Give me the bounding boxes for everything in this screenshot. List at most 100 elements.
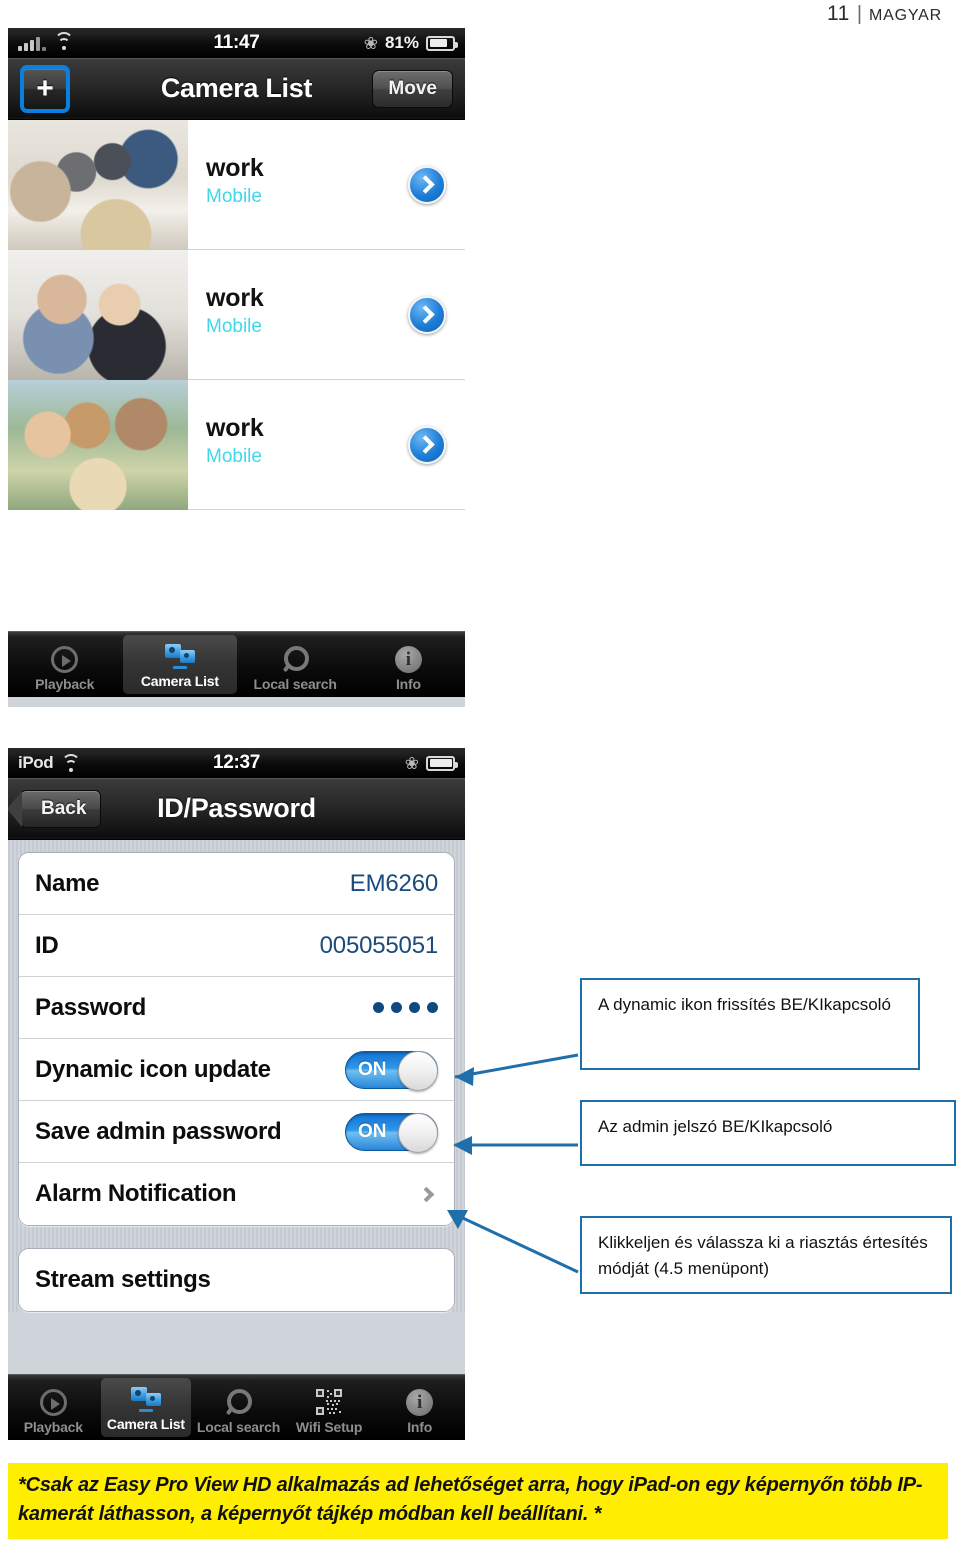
back-button[interactable]: Back — [20, 789, 102, 828]
row-label: Save admin password — [35, 1117, 282, 1145]
camera-name: work — [206, 154, 264, 182]
row-label: Stream settings — [35, 1266, 211, 1293]
tab-playback[interactable]: Playback — [8, 632, 121, 697]
save-admin-password-toggle[interactable]: ON — [345, 1112, 438, 1153]
camera-thumbnail — [8, 120, 188, 250]
camera-connection: Mobile — [206, 446, 262, 467]
camera-connection: Mobile — [206, 316, 262, 337]
toggle-state-label: ON — [358, 1058, 387, 1080]
row-label: ID — [35, 931, 59, 959]
settings-group-two: Stream settings — [18, 1248, 455, 1312]
camera-list-screenshot: 11:47 ❀ 81% + Camera List Move work Mobi… — [8, 28, 465, 707]
chevron-right-icon — [418, 1186, 435, 1202]
bluetooth-icon: ❀ — [363, 33, 378, 53]
tab-label: Info — [407, 1419, 433, 1435]
header-separator: | — [856, 3, 863, 25]
search-icon — [282, 646, 310, 672]
toggle-knob[interactable] — [398, 1112, 438, 1153]
name-value[interactable]: EM6260 — [350, 870, 438, 898]
row-name[interactable]: Name EM6260 — [19, 853, 454, 915]
camera-list-icon — [164, 643, 195, 669]
callout-arrow-alarm-notification — [447, 1210, 579, 1274]
bluetooth-icon: ❀ — [404, 753, 419, 773]
page-header: 11 | MAGYAR — [827, 2, 942, 26]
tab-label: Local search — [196, 1419, 281, 1435]
disclosure-arrow-icon[interactable] — [389, 120, 465, 249]
info-icon: i — [394, 645, 422, 673]
playback-icon — [51, 645, 79, 673]
tab-label: Info — [395, 676, 421, 692]
row-label: Alarm Notification — [35, 1180, 237, 1207]
tab-label: Playback — [23, 1419, 83, 1435]
tab-info[interactable]: i Info — [352, 632, 465, 697]
table-row[interactable]: work Mobile — [8, 120, 465, 250]
tab-playback[interactable]: Playback — [8, 1375, 99, 1440]
dynamic-icon-update-toggle[interactable]: ON — [345, 1050, 438, 1091]
row-password[interactable]: Password — [19, 977, 454, 1039]
playback-icon — [39, 1388, 67, 1416]
row-save-admin-password[interactable]: Save admin password ON — [19, 1101, 454, 1163]
page-number: 11 — [827, 2, 850, 25]
row-label: Password — [35, 993, 146, 1021]
status-bar-camera-list: 11:47 ❀ 81% — [8, 28, 465, 58]
camera-list-table: work Mobile work Mobile work Mobile — [8, 120, 465, 631]
nav-bar-camera-list: + Camera List Move — [8, 58, 465, 120]
disclosure-arrow-icon[interactable] — [389, 250, 465, 379]
row-id[interactable]: ID 005055051 — [19, 915, 454, 977]
tab-local-search[interactable]: Local search — [239, 632, 352, 697]
row-dynamic-icon-update[interactable]: Dynamic icon update ON — [19, 1039, 454, 1101]
camera-name: work — [206, 414, 264, 442]
row-alarm-notification[interactable]: Alarm Notification — [19, 1163, 454, 1225]
info-icon: i — [406, 1388, 434, 1416]
status-time: 12:37 — [212, 752, 261, 773]
battery-icon — [426, 755, 458, 771]
row-stream-settings[interactable]: Stream settings — [19, 1249, 454, 1311]
tab-wifi-setup[interactable]: Wifi Setup — [284, 1375, 375, 1440]
empty-list-area — [8, 510, 465, 631]
status-bar-id-password: iPod 12:37 ❀ — [8, 748, 465, 778]
qr-code-icon — [316, 1389, 343, 1415]
camera-name: work — [206, 284, 264, 312]
tab-camera-list[interactable]: Camera List — [123, 635, 237, 694]
camera-connection: Mobile — [206, 186, 262, 207]
tab-info[interactable]: i Info — [374, 1375, 465, 1440]
tab-label: Camera List — [140, 673, 219, 689]
tab-camera-list[interactable]: Camera List — [100, 1378, 192, 1437]
tab-local-search[interactable]: Local search — [193, 1375, 284, 1440]
tab-bar-camera-list: Playback Camera List Local search i Info — [8, 631, 465, 697]
battery-percent: 81% — [384, 33, 419, 52]
battery-icon — [426, 35, 458, 51]
callout-dynamic-icon: A dynamic ikon frissítés BE/KIkapcsoló — [580, 978, 920, 1070]
add-camera-button[interactable]: + — [20, 64, 70, 113]
search-icon — [225, 1389, 253, 1415]
callout-alarm-notification: Klikkeljen és válassza ki a riasztás ért… — [580, 1216, 952, 1294]
tab-bar-id-password: Playback Camera List Local search Wifi S… — [8, 1374, 465, 1440]
tab-label: Local search — [253, 676, 337, 692]
nav-bar-id-password: Back ID/Password — [8, 778, 465, 840]
settings-list: Name EM6260 ID 005055051 Password Dynami… — [8, 840, 465, 1312]
row-label: Dynamic icon update — [35, 1055, 271, 1083]
callout-arrow-dynamic-icon — [454, 1053, 579, 1086]
disclosure-arrow-icon[interactable] — [389, 380, 465, 509]
camera-thumbnail — [8, 380, 188, 510]
camera-thumbnail — [8, 250, 188, 380]
camera-list-icon — [130, 1386, 161, 1412]
callout-save-admin: Az admin jelszó BE/KIkapcsoló — [580, 1100, 956, 1166]
table-row[interactable]: work Mobile — [8, 380, 465, 510]
id-value[interactable]: 005055051 — [320, 932, 439, 960]
callout-arrow-save-admin — [453, 1136, 578, 1155]
password-masked-value[interactable] — [373, 1002, 438, 1013]
row-label: Name — [35, 869, 100, 897]
tab-label: Camera List — [106, 1416, 185, 1432]
table-row[interactable]: work Mobile — [8, 250, 465, 380]
add-camera-label: + — [36, 71, 54, 105]
page-language: MAGYAR — [869, 7, 942, 24]
id-password-screenshot: iPod 12:37 ❀ Back ID/Password Name EM626… — [8, 748, 465, 1440]
settings-group-one: Name EM6260 ID 005055051 Password Dynami… — [18, 852, 455, 1226]
tab-label: Playback — [35, 676, 95, 692]
toggle-knob[interactable] — [398, 1050, 438, 1091]
move-button[interactable]: Move — [372, 69, 453, 108]
toggle-state-label: ON — [358, 1120, 387, 1142]
footnote: *Csak az Easy Pro View HD alkalmazás ad … — [8, 1463, 948, 1539]
tab-label: Wifi Setup — [295, 1419, 363, 1435]
